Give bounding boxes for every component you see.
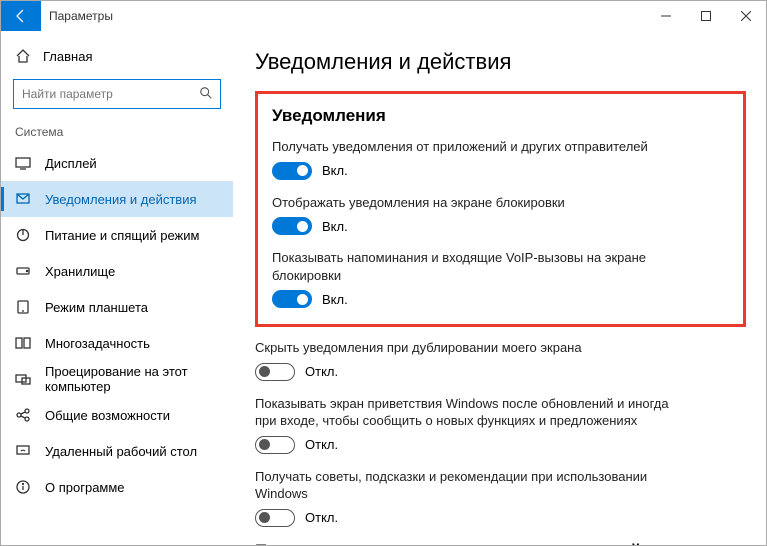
info-icon (15, 479, 31, 495)
page-title: Уведомления и действия (255, 49, 746, 75)
maximize-button[interactable] (686, 1, 726, 31)
toggle-state-text: Откл. (305, 364, 338, 379)
toggle-state-text: Вкл. (322, 292, 348, 307)
storage-icon (15, 263, 31, 279)
highlight-box: Уведомления Получать уведомления от прил… (255, 91, 746, 327)
display-icon (15, 155, 31, 171)
toggle-hide-when-duplicating[interactable] (255, 363, 295, 381)
sidebar: Главная Система Дисплей Уведомления и де… (1, 31, 233, 545)
section-title: Уведомления (272, 106, 729, 126)
setting-label: Получать советы, подсказки и рекомендаци… (255, 468, 675, 503)
sidebar-item-tablet[interactable]: Режим планшета (1, 289, 233, 325)
sidebar-item-notifications[interactable]: Уведомления и действия (1, 181, 233, 217)
sidebar-item-power[interactable]: Питание и спящий режим (1, 217, 233, 253)
minimize-button[interactable] (646, 1, 686, 31)
home-icon (15, 48, 31, 64)
toggle-welcome-experience[interactable] (255, 436, 295, 454)
power-icon (15, 227, 31, 243)
sidebar-item-storage[interactable]: Хранилище (1, 253, 233, 289)
close-button[interactable] (726, 1, 766, 31)
toggle-lockscreen-notifications[interactable] (272, 217, 312, 235)
sidebar-item-label: Многозадачность (45, 336, 150, 351)
search-icon (199, 86, 213, 105)
sidebar-item-label: О программе (45, 480, 125, 495)
setting-label: Получать уведомления от приложений и дру… (272, 138, 692, 156)
back-button[interactable] (1, 1, 41, 31)
window-controls (646, 1, 766, 31)
shared-icon (15, 407, 31, 423)
notifications-icon (15, 191, 31, 207)
toggle-state-text: Откл. (305, 510, 338, 525)
sidebar-home-label: Главная (43, 49, 92, 64)
sidebar-item-remote[interactable]: Удаленный рабочий стол (1, 433, 233, 469)
main-content: Уведомления и действия Уведомления Получ… (233, 31, 766, 545)
window-body: Главная Система Дисплей Уведомления и де… (1, 31, 766, 545)
setting-apps-notifications: Получать уведомления от приложений и дру… (272, 138, 729, 180)
settings-window: Параметры Главная С (0, 0, 767, 546)
setting-hide-when-duplicating: Скрыть уведомления при дублировании моег… (255, 339, 746, 381)
setting-label: Показывать экран приветствия Windows пос… (255, 395, 675, 430)
project-icon (15, 371, 31, 387)
toggle-voip-lockscreen[interactable] (272, 290, 312, 308)
search-input[interactable] (13, 79, 221, 109)
window-title: Параметры (49, 9, 646, 23)
sidebar-item-label: Удаленный рабочий стол (45, 444, 197, 459)
setting-voip-lockscreen: Показывать напоминания и входящие VoIP-в… (272, 249, 729, 308)
sidebar-item-multitasking[interactable]: Многозадачность (1, 325, 233, 361)
sidebar-item-label: Питание и спящий режим (45, 228, 199, 243)
multitask-icon (15, 335, 31, 351)
sidebar-item-label: Общие возможности (45, 408, 170, 423)
toggle-tips[interactable] (255, 509, 295, 527)
titlebar: Параметры (1, 1, 766, 31)
sidebar-item-about[interactable]: О программе (1, 469, 233, 505)
toggle-state-text: Откл. (305, 437, 338, 452)
setting-tips: Получать советы, подсказки и рекомендаци… (255, 468, 746, 527)
senders-heading: Получать уведомления от этих отправителе… (255, 541, 746, 545)
toggle-apps-notifications[interactable] (272, 162, 312, 180)
sidebar-item-label: Проецирование на этот компьютер (45, 364, 219, 394)
search-wrap (1, 73, 233, 119)
sidebar-item-label: Уведомления и действия (45, 192, 197, 207)
remote-icon (15, 443, 31, 459)
sidebar-item-display[interactable]: Дисплей (1, 145, 233, 181)
setting-label: Показывать напоминания и входящие VoIP-в… (272, 249, 692, 284)
sidebar-item-projecting[interactable]: Проецирование на этот компьютер (1, 361, 233, 397)
toggle-state-text: Вкл. (322, 219, 348, 234)
sidebar-item-label: Дисплей (45, 156, 97, 171)
setting-welcome-experience: Показывать экран приветствия Windows пос… (255, 395, 746, 454)
sidebar-item-label: Хранилище (45, 264, 115, 279)
toggle-state-text: Вкл. (322, 163, 348, 178)
sidebar-section-label: Система (1, 119, 233, 145)
setting-lockscreen-notifications: Отображать уведомления на экране блокиро… (272, 194, 729, 236)
tablet-icon (15, 299, 31, 315)
sidebar-item-label: Режим планшета (45, 300, 148, 315)
setting-label: Отображать уведомления на экране блокиро… (272, 194, 692, 212)
sidebar-item-shared[interactable]: Общие возможности (1, 397, 233, 433)
setting-label: Скрыть уведомления при дублировании моег… (255, 339, 675, 357)
sidebar-home[interactable]: Главная (1, 39, 233, 73)
